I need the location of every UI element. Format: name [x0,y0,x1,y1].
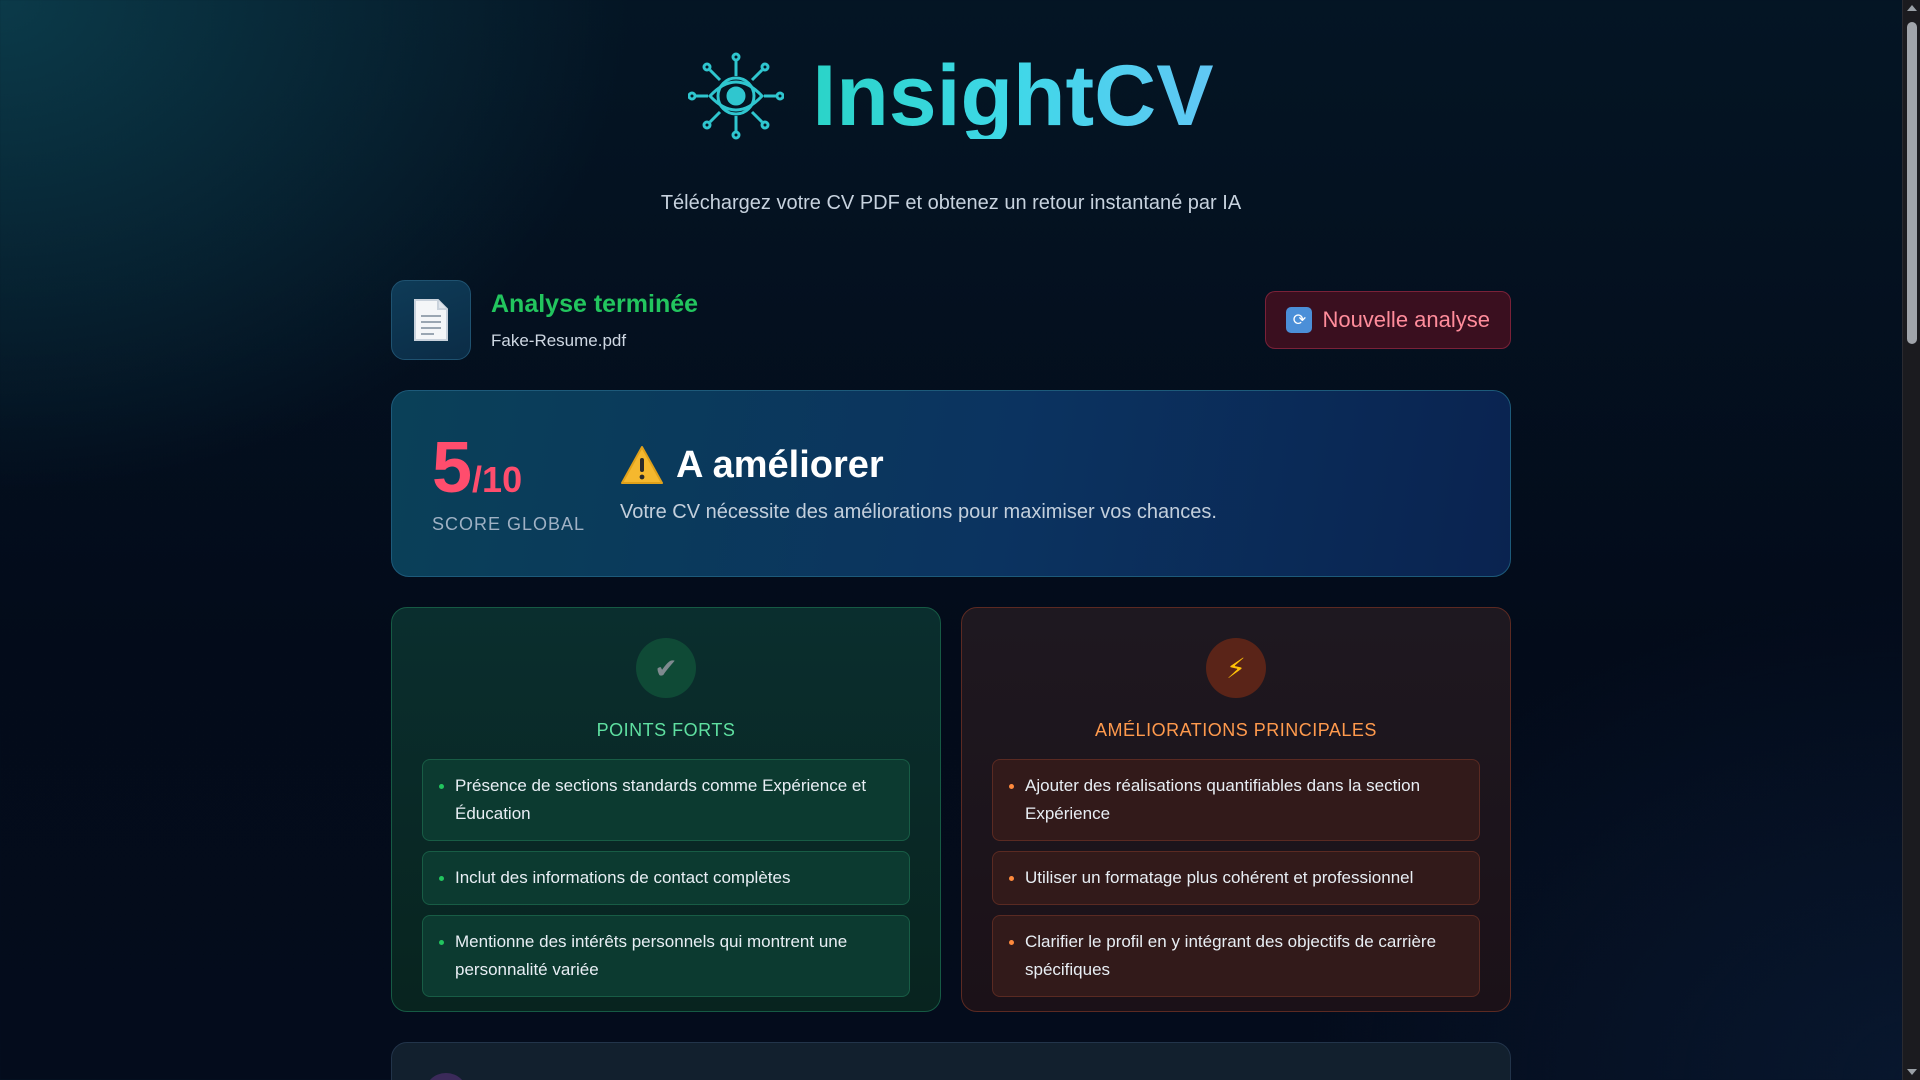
eye-circuit-icon [688,52,785,140]
strength-item: Présence de sections standards comme Exp… [422,759,910,841]
document-icon [391,280,471,360]
verdict-title: A améliorer [676,443,884,486]
score-label: SCORE GLOBAL [432,514,586,534]
strengths-list: Présence de sections standards comme Exp… [422,759,910,997]
analysis-status: Analyse terminée [491,289,699,318]
score-max: /10 [472,459,523,500]
improvement-item: Clarifier le profil en y intégrant des o… [992,915,1480,997]
new-analysis-label: Nouvelle analyse [1322,307,1490,332]
page-scrollbar[interactable] [1902,0,1920,1080]
feedback-columns: ✔ POINTS FORTS Présence de sections stan… [391,607,1511,1012]
improvements-panel: ⚡ AMÉLIORATIONS PRINCIPALES Ajouter des … [961,607,1511,1012]
page-subtitle: Téléchargez votre CV PDF et obtenez un r… [660,192,1242,214]
score-value: 5 [432,428,473,508]
strengths-panel: ✔ POINTS FORTS Présence de sections stan… [391,607,941,1012]
section-icon [424,1073,468,1080]
next-section-card [391,1042,1511,1080]
verdict-description: Votre CV nécessite des améliorations pou… [620,500,1217,523]
file-name: Fake-Resume.pdf [491,330,627,350]
improvement-item: Ajouter des réalisations quantifiables d… [992,759,1480,841]
score-block: 5/10 SCORE GLOBAL [432,432,602,535]
app-title: InsightCV [812,48,1214,144]
warning-icon [621,446,663,484]
improvement-item: Utiliser un formatage plus cohérent et p… [992,851,1480,905]
scroll-up-icon[interactable] [1907,5,1917,11]
strengths-title: POINTS FORTS [596,720,736,740]
improvements-list: Ajouter des réalisations quantifiables d… [992,759,1480,997]
scroll-thumb[interactable] [1907,22,1917,344]
lightning-icon: ⚡ [1206,638,1266,698]
refresh-icon: ⟳ [1286,307,1313,333]
scroll-down-icon[interactable] [1907,1069,1917,1075]
check-icon: ✔ [636,638,696,698]
strength-item: Inclut des informations de contact compl… [422,851,910,905]
verdict: A améliorer Votre CV nécessite des améli… [620,444,1217,524]
strength-item: Mentionne des intérêts personnels qui mo… [422,915,910,997]
score-card: 5/10 SCORE GLOBAL A améliorer Votre CV n… [391,390,1511,577]
file-status-row: Analyse terminée Fake-Resume.pdf ⟳ Nouve… [391,280,1511,360]
improvements-title: AMÉLIORATIONS PRINCIPALES [1095,720,1377,740]
app-header: InsightCV [0,48,1902,144]
file-info: Analyse terminée Fake-Resume.pdf [491,290,698,351]
document-glyph [414,299,448,341]
new-analysis-button[interactable]: ⟳ Nouvelle analyse [1265,291,1511,349]
